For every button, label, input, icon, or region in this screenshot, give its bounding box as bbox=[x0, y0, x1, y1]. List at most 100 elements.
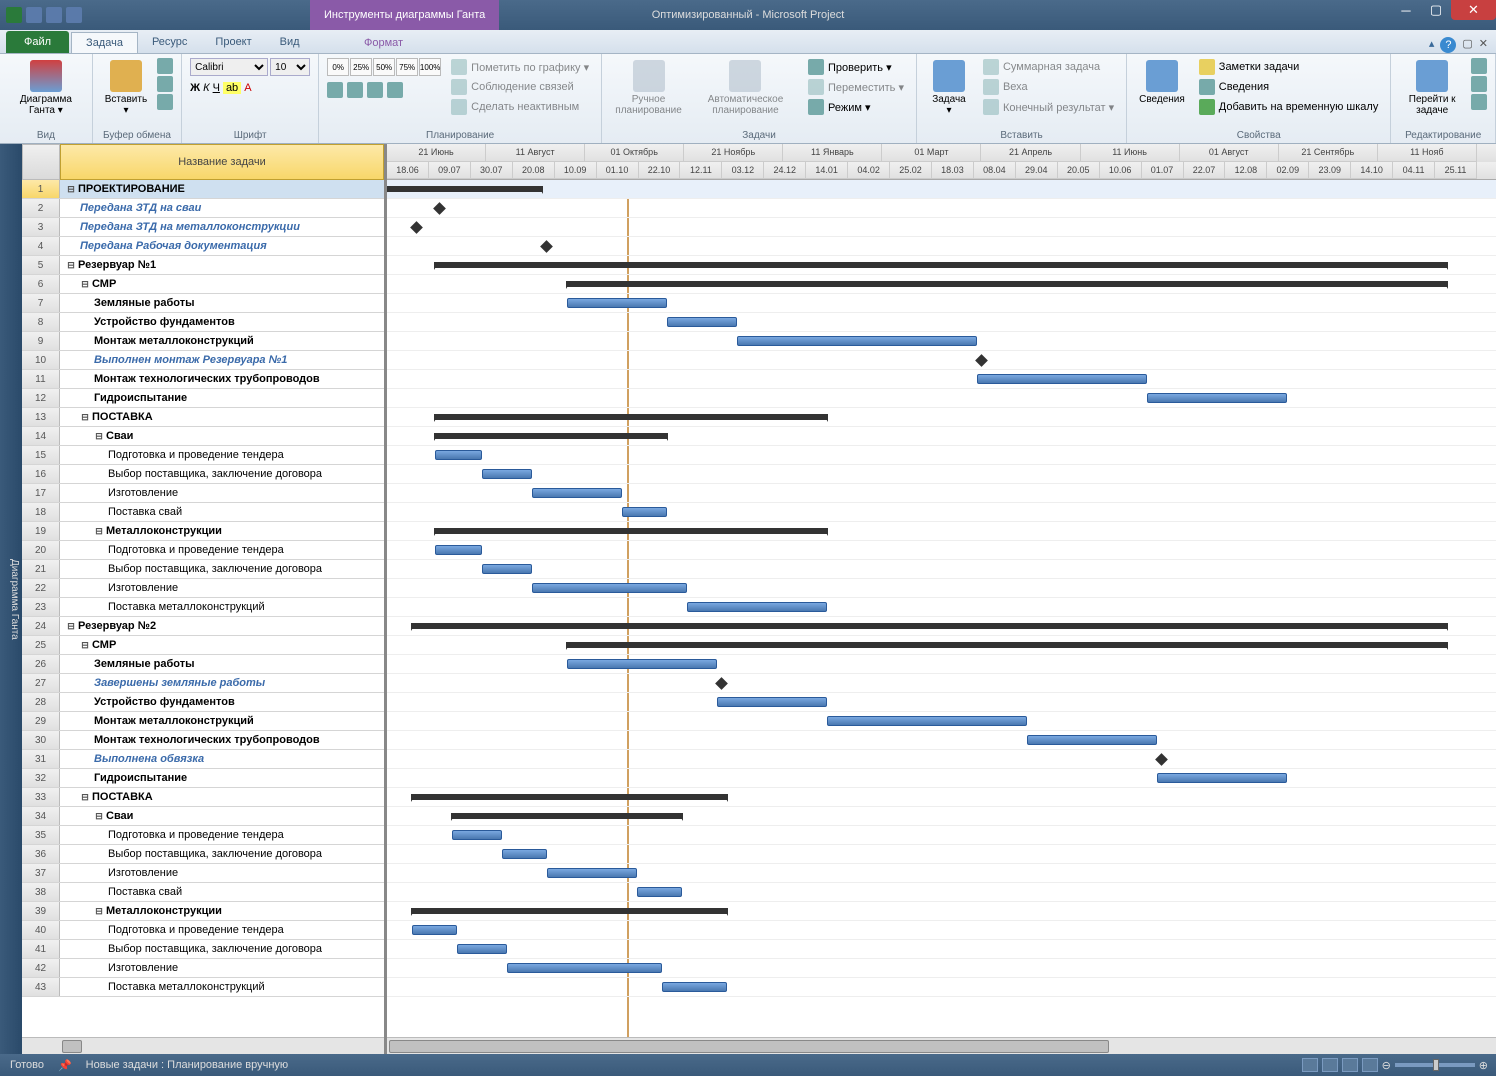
gantt-row[interactable] bbox=[387, 465, 1496, 484]
row-number[interactable]: 11 bbox=[22, 370, 60, 388]
gantt-row[interactable] bbox=[387, 484, 1496, 503]
gantt-row[interactable] bbox=[387, 446, 1496, 465]
gantt-row[interactable] bbox=[387, 389, 1496, 408]
task-name-cell[interactable]: Изготовление bbox=[60, 484, 384, 502]
gantt-row[interactable] bbox=[387, 845, 1496, 864]
summary-bar[interactable] bbox=[412, 623, 1447, 629]
outline-toggle-icon[interactable]: ⊟ bbox=[66, 184, 76, 195]
gantt-row[interactable] bbox=[387, 598, 1496, 617]
task-name-cell[interactable]: ⊟ПОСТАВКА bbox=[60, 788, 384, 806]
task-name-cell[interactable]: Передана ЗТД на сваи bbox=[60, 199, 384, 217]
row-number[interactable]: 30 bbox=[22, 731, 60, 749]
row-number[interactable]: 39 bbox=[22, 902, 60, 920]
gantt-row[interactable] bbox=[387, 712, 1496, 731]
task-bar[interactable] bbox=[482, 564, 532, 574]
task-name-cell[interactable]: Монтаж металлоконструкций bbox=[60, 712, 384, 730]
row-number[interactable]: 22 bbox=[22, 579, 60, 597]
task-row[interactable]: 18Поставка свай bbox=[22, 503, 384, 522]
row-number[interactable]: 31 bbox=[22, 750, 60, 768]
task-bar[interactable] bbox=[827, 716, 1027, 726]
task-bar[interactable] bbox=[1157, 773, 1287, 783]
milestone-marker[interactable] bbox=[433, 202, 446, 215]
timescale[interactable]: 21 Июнь11 Август01 Октябрь21 Ноябрь11 Ян… bbox=[387, 144, 1496, 180]
task-row[interactable]: 29Монтаж металлоконструкций bbox=[22, 712, 384, 731]
task-bar[interactable] bbox=[1027, 735, 1157, 745]
task-row[interactable]: 13⊟ПОСТАВКА bbox=[22, 408, 384, 427]
task-row[interactable]: 9Монтаж металлоконструкций bbox=[22, 332, 384, 351]
save-icon[interactable] bbox=[26, 7, 42, 23]
task-name-cell[interactable]: Гидроиспытание bbox=[60, 769, 384, 787]
summary-bar[interactable] bbox=[435, 262, 1447, 268]
view-usage-icon[interactable] bbox=[1322, 1058, 1338, 1072]
gantt-row[interactable] bbox=[387, 864, 1496, 883]
add-to-timeline-button[interactable]: Добавить на временную шкалу bbox=[1195, 98, 1383, 116]
task-row[interactable]: 38Поставка свай bbox=[22, 883, 384, 902]
task-name-cell[interactable]: ⊟Сваи bbox=[60, 427, 384, 445]
task-name-cell[interactable]: ⊟Резервуар №1 bbox=[60, 256, 384, 274]
row-number[interactable]: 42 bbox=[22, 959, 60, 977]
minimize-button[interactable]: ─ bbox=[1391, 0, 1421, 20]
row-number[interactable]: 15 bbox=[22, 446, 60, 464]
summary-bar[interactable] bbox=[435, 414, 827, 420]
row-number[interactable]: 24 bbox=[22, 617, 60, 635]
information-button[interactable]: Сведения bbox=[1135, 58, 1189, 107]
task-row[interactable]: 16Выбор поставщика, заключение договора bbox=[22, 465, 384, 484]
task-row[interactable]: 25⊟СМР bbox=[22, 636, 384, 655]
row-number[interactable]: 36 bbox=[22, 845, 60, 863]
task-row[interactable]: 4Передана Рабочая документация bbox=[22, 237, 384, 256]
task-name-cell[interactable]: Земляные работы bbox=[60, 655, 384, 673]
task-name-cell[interactable]: Поставка металлоконструкций bbox=[60, 598, 384, 616]
task-name-cell[interactable]: Изготовление bbox=[60, 959, 384, 977]
milestone-marker[interactable] bbox=[410, 221, 423, 234]
find-icon[interactable] bbox=[1471, 58, 1487, 74]
tab-Вид[interactable]: Вид bbox=[266, 32, 314, 53]
italic-button[interactable]: К bbox=[203, 82, 209, 94]
task-name-cell[interactable]: Передана ЗТД на металлоконструкции bbox=[60, 218, 384, 236]
view-team-icon[interactable] bbox=[1342, 1058, 1358, 1072]
tab-format[interactable]: Формат bbox=[350, 33, 417, 53]
gantt-view-button[interactable]: Диаграмма Ганта ▾ bbox=[8, 58, 84, 118]
unlink-icon[interactable] bbox=[387, 82, 403, 98]
underline-button[interactable]: Ч bbox=[213, 82, 220, 94]
outline-toggle-icon[interactable]: ⊟ bbox=[94, 811, 104, 822]
gantt-row[interactable] bbox=[387, 275, 1496, 294]
gantt-row[interactable] bbox=[387, 921, 1496, 940]
task-name-cell[interactable]: ⊟ПРОЕКТИРОВАНИЕ bbox=[60, 180, 384, 198]
task-name-cell[interactable]: Выбор поставщика, заключение договора bbox=[60, 465, 384, 483]
summary-bar[interactable] bbox=[567, 281, 1447, 287]
gantt-row[interactable] bbox=[387, 731, 1496, 750]
task-row[interactable]: 43Поставка металлоконструкций bbox=[22, 978, 384, 997]
row-number[interactable]: 9 bbox=[22, 332, 60, 350]
task-name-cell[interactable]: Монтаж технологических трубопроводов bbox=[60, 370, 384, 388]
task-bar[interactable] bbox=[507, 963, 662, 973]
task-row[interactable]: 41Выбор поставщика, заключение договора bbox=[22, 940, 384, 959]
task-name-cell[interactable]: Выполнен монтаж Резервуара №1 bbox=[60, 351, 384, 369]
summary-task-button[interactable]: Суммарная задача bbox=[979, 58, 1118, 76]
task-bar[interactable] bbox=[452, 830, 502, 840]
mark-on-track-button[interactable]: Пометить по графику ▾ bbox=[447, 58, 593, 76]
task-bar[interactable] bbox=[1147, 393, 1287, 403]
gantt-row[interactable] bbox=[387, 370, 1496, 389]
gantt-row[interactable] bbox=[387, 788, 1496, 807]
task-bar[interactable] bbox=[435, 545, 482, 555]
task-name-cell[interactable]: Завершены земляные работы bbox=[60, 674, 384, 692]
row-number[interactable]: 43 bbox=[22, 978, 60, 996]
row-number[interactable]: 20 bbox=[22, 541, 60, 559]
milestone-marker[interactable] bbox=[975, 354, 988, 367]
gantt-row[interactable] bbox=[387, 807, 1496, 826]
paste-button[interactable]: Вставить ▾ bbox=[101, 58, 151, 118]
row-number[interactable]: 2 bbox=[22, 199, 60, 217]
task-name-cell[interactable]: ⊟Металлоконструкции bbox=[60, 522, 384, 540]
gantt-row[interactable] bbox=[387, 693, 1496, 712]
auto-schedule-button[interactable]: Автоматическое планирование bbox=[693, 58, 798, 118]
summary-bar[interactable] bbox=[412, 794, 727, 800]
task-name-cell[interactable]: Выбор поставщика, заключение договора bbox=[60, 845, 384, 863]
task-row[interactable]: 19⊟Металлоконструкции bbox=[22, 522, 384, 541]
move-button[interactable]: Переместить ▾ bbox=[804, 78, 908, 96]
task-row[interactable]: 35Подготовка и проведение тендера bbox=[22, 826, 384, 845]
summary-bar[interactable] bbox=[387, 186, 542, 192]
task-row[interactable]: 37Изготовление bbox=[22, 864, 384, 883]
outline-toggle-icon[interactable]: ⊟ bbox=[66, 260, 76, 271]
font-size-select[interactable]: 10 bbox=[270, 58, 310, 76]
gantt-row[interactable] bbox=[387, 180, 1496, 199]
